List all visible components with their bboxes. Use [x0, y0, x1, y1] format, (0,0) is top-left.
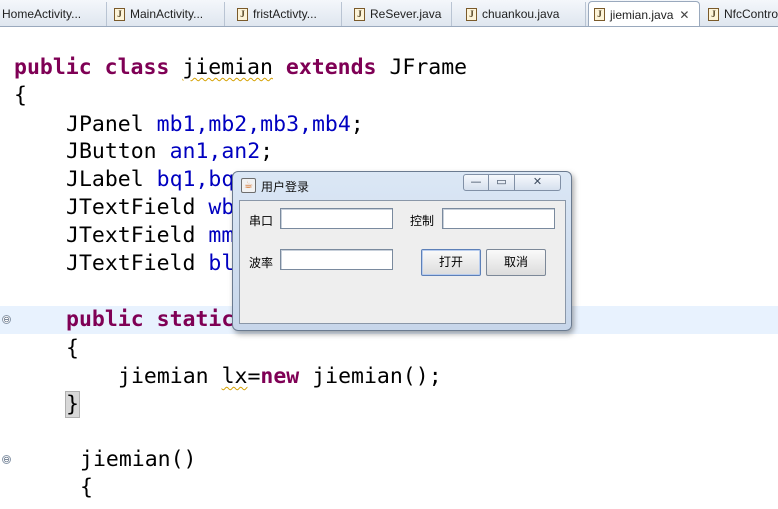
variable-name: lx	[221, 364, 248, 389]
tab-label: NfcContro	[724, 7, 778, 21]
close-tab-icon[interactable]: ✕	[679, 8, 689, 22]
type-name: jiemian	[118, 364, 209, 389]
field-names: mb1,mb2,mb3,mb4	[156, 112, 351, 137]
java-file-icon: J	[594, 8, 605, 21]
code-line-constructor-open-brace: {	[0, 474, 778, 502]
code-line-main-open-brace: {	[0, 335, 778, 363]
dialog-title-bar[interactable]: ☕ 用户登录 — ▭ ✕	[233, 172, 571, 199]
brace: {	[14, 83, 27, 108]
field-names: wb	[208, 195, 235, 220]
tab-label: MainActivity...	[130, 7, 204, 21]
serial-port-label: 串口	[249, 214, 274, 228]
close-button[interactable]: ✕	[515, 174, 561, 191]
control-label: 控制	[410, 214, 435, 228]
keyword: new	[260, 364, 300, 389]
operator: =	[247, 364, 261, 389]
code-line-open-brace: {	[0, 82, 778, 110]
tab-nfccontrol[interactable]: J NfcContro	[702, 2, 778, 26]
open-button[interactable]: 打开	[421, 249, 481, 276]
keyword: static	[156, 307, 235, 332]
brace: {	[80, 475, 93, 500]
matched-brace: }	[65, 391, 80, 418]
fold-collapse-icon[interactable]: ⊖	[2, 315, 11, 324]
keyword: extends	[285, 55, 377, 80]
login-dialog-window[interactable]: ☕ 用户登录 — ▭ ✕ 串口 控制 波率 打开 取消	[232, 171, 572, 331]
field-names: an1,an2	[169, 139, 261, 164]
tab-resever[interactable]: J ReSever.java	[342, 2, 452, 26]
field-names: bl	[208, 251, 235, 276]
java-file-icon: J	[466, 7, 477, 21]
code-line-class-declaration: public class jiemian extends JFrame	[0, 54, 778, 82]
java-file-icon: J	[708, 7, 719, 21]
field-type: JTextField	[66, 251, 196, 276]
superclass-name: JFrame	[389, 55, 468, 80]
cancel-button[interactable]: 取消	[486, 249, 546, 276]
tab-label: HomeActivity...	[2, 7, 82, 21]
tab-label: fristActivty...	[253, 7, 317, 21]
brace: {	[66, 336, 79, 361]
tab-homeactivity[interactable]: HomeActivity...	[0, 2, 107, 26]
class-name: jiemian	[182, 55, 273, 80]
semicolon: ;	[260, 139, 274, 164]
dialog-content-panel: 串口 控制 波率 打开 取消	[239, 200, 566, 324]
tab-jiemian[interactable]: J jiemian.java ✕	[588, 1, 700, 26]
tab-mainactivity[interactable]: J MainActivity...	[107, 2, 225, 26]
tab-chuankou[interactable]: J chuankou.java	[452, 2, 586, 26]
baud-rate-field[interactable]	[280, 249, 393, 270]
dialog-title: 用户登录	[261, 180, 310, 194]
fold-collapse-icon[interactable]: ⊖	[2, 455, 11, 464]
java-file-icon: J	[354, 7, 365, 21]
keyword: public	[66, 307, 144, 332]
keyword: class	[104, 55, 170, 80]
tab-label: jiemian.java	[610, 7, 674, 22]
minimize-button[interactable]: —	[463, 174, 489, 191]
editor-tab-bar: HomeActivity... J MainActivity... J fris…	[0, 0, 778, 27]
field-type: JButton	[66, 139, 157, 164]
constructor-declaration: jiemian()	[80, 447, 197, 472]
code-line-constructor: jiemian()	[0, 446, 778, 474]
control-field[interactable]	[442, 208, 555, 229]
field-type: JTextField	[66, 223, 196, 248]
maximize-button[interactable]: ▭	[489, 174, 515, 191]
field-type: JPanel	[66, 112, 144, 137]
code-line-field: JPanel mb1,mb2,mb3,mb4;	[0, 111, 778, 139]
constructor-call: jiemian();	[312, 364, 442, 389]
tab-fristactivty[interactable]: J fristActivty...	[225, 2, 342, 26]
code-line-main-body: jiemian lx=new jiemian();	[0, 363, 778, 391]
java-cup-icon: ☕	[241, 178, 256, 193]
field-names: bq1,bq	[156, 167, 235, 192]
tab-label: ReSever.java	[370, 7, 442, 21]
code-line-main-close-brace: }	[0, 391, 778, 419]
field-names: mm	[208, 223, 235, 248]
tab-label: chuankou.java	[482, 7, 560, 21]
semicolon: ;	[350, 112, 364, 137]
keyword: public	[14, 55, 92, 80]
java-file-icon: J	[237, 7, 248, 21]
code-line-field: JButton an1,an2;	[0, 138, 778, 166]
field-type: JTextField	[66, 195, 196, 220]
java-file-icon: J	[114, 7, 125, 21]
serial-port-field[interactable]	[280, 208, 393, 229]
field-type: JLabel	[66, 167, 144, 192]
baud-rate-label: 波率	[249, 256, 274, 270]
